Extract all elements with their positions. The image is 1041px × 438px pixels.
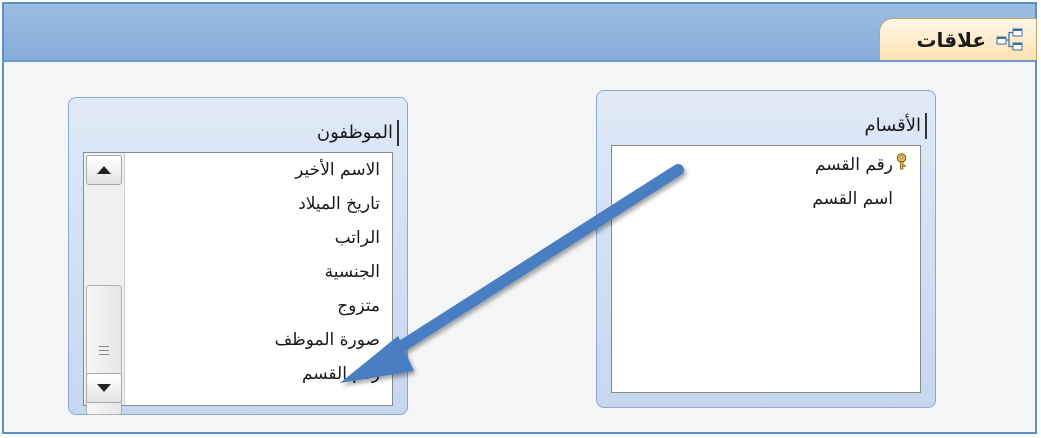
field-label: الجنسية (324, 262, 380, 282)
triangle-down-icon (97, 384, 111, 392)
field-married[interactable]: متزوج (124, 289, 392, 323)
field-department-number-fk[interactable]: رقم القسم (124, 357, 392, 391)
field-salary[interactable]: الراتب (124, 221, 392, 255)
field-label: الراتب (334, 228, 380, 248)
tab-label: علاقات (916, 27, 986, 52)
field-label: رقم القسم (301, 364, 380, 384)
relationships-icon (996, 28, 1024, 52)
field-label: اسم القسم (812, 189, 893, 209)
table-title-employees: الموظفون (77, 120, 399, 146)
field-department-name[interactable]: اسم القسم (612, 182, 920, 216)
field-employee-photo[interactable]: صورة الموظف (124, 323, 392, 357)
tab-relationships[interactable]: علاقات (879, 18, 1037, 60)
scroll-up-button[interactable] (86, 155, 122, 185)
table-title-departments: الأقسام (605, 113, 927, 139)
document-tab-bar: علاقات (4, 4, 1037, 62)
field-label: رقم القسم (814, 155, 893, 175)
field-label: متزوج (337, 296, 380, 316)
table-departments[interactable]: الأقسام رقم القسم اسم القسم (596, 90, 936, 408)
field-label: صورة الموظف (274, 330, 380, 350)
grip-icon (99, 345, 109, 355)
field-list-employees: الاسم الأخير تاريخ الميلاد الراتب الجنسي… (83, 152, 393, 415)
field-birth-date[interactable]: تاريخ الميلاد (124, 187, 392, 221)
scroll-down-button[interactable] (86, 373, 122, 403)
field-last-name[interactable]: الاسم الأخير (124, 153, 392, 187)
vertical-scrollbar[interactable] (84, 153, 125, 415)
field-label: الاسم الأخير (295, 160, 380, 180)
field-label: تاريخ الميلاد (298, 194, 380, 214)
field-department-number[interactable]: رقم القسم (612, 148, 920, 182)
triangle-up-icon (97, 166, 111, 174)
field-list-departments: رقم القسم اسم القسم (611, 145, 921, 393)
primary-key-icon (895, 148, 908, 182)
relationships-window: علاقات الأقسام رقم القسم اسم القسم الموظ… (2, 2, 1037, 434)
table-employees[interactable]: الموظفون الاسم الأخير تاريخ الميلاد الرا… (68, 97, 408, 415)
field-nationality[interactable]: الجنسية (124, 255, 392, 289)
